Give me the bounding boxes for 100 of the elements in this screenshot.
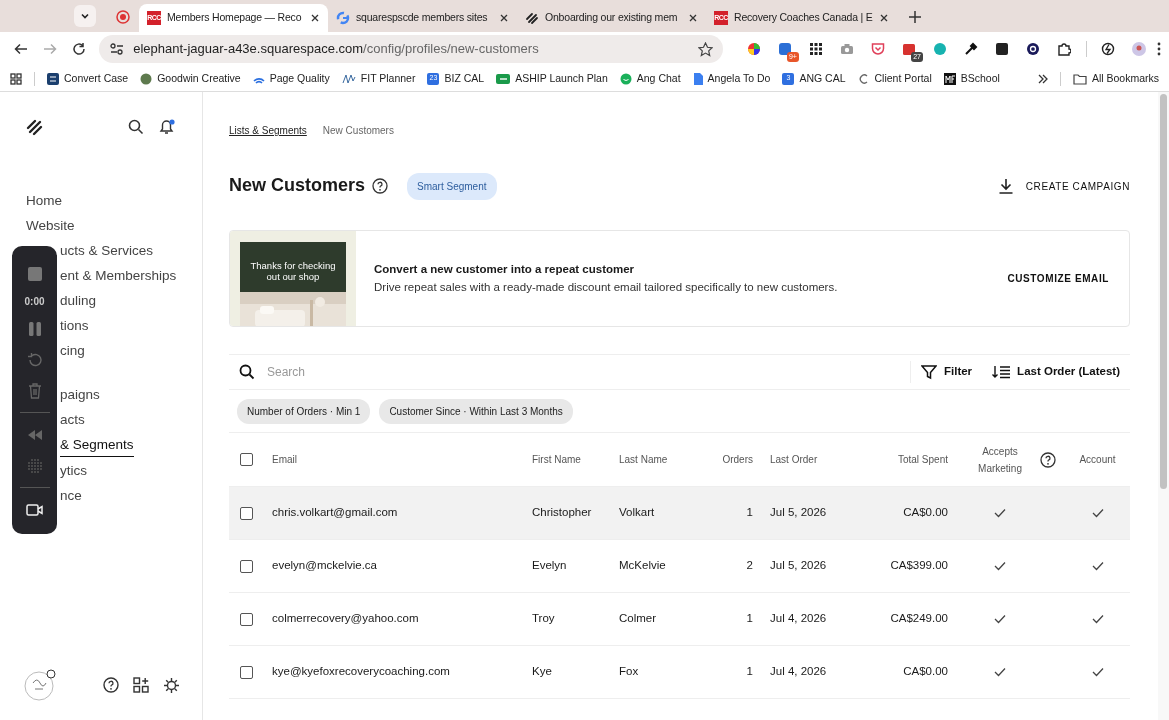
settings-icon[interactable] [163,676,180,694]
add-widget-icon[interactable] [133,677,149,693]
column-header: Account [1078,453,1117,467]
select-all-checkbox[interactable] [240,453,253,466]
pause-icon[interactable] [26,320,43,337]
nav-link[interactable]: acts [60,409,85,431]
back-icon [13,42,28,56]
search-icon [239,364,255,380]
row-checkbox[interactable] [240,506,253,520]
camera-icon[interactable] [840,42,855,56]
breadcrumb-link[interactable]: Lists & Segments [229,123,307,138]
search-icon[interactable] [128,119,144,135]
column-header: First Name [532,453,582,467]
filter-chip[interactable]: Customer Since · Within Last 3 Months [379,398,573,424]
more-bookmarks-icon[interactable] [1037,73,1048,84]
row-checkbox[interactable] [240,559,253,573]
folder-tab-icon [496,72,511,85]
nav-link[interactable]: tions [60,315,89,337]
nav-link[interactable]: ytics [60,460,87,482]
tab-title: Recovery Coaches Canada | E [734,10,873,26]
filter-button[interactable]: Filter [910,361,983,383]
record-icon[interactable] [116,10,130,24]
sort-button[interactable]: Last Order (Latest) [982,361,1130,383]
row-checkbox[interactable] [240,665,253,679]
site-logo-icon[interactable] [24,669,56,701]
search-field[interactable]: Search [265,362,910,382]
filter-chip[interactable]: Number of Orders · Min 1 [237,398,371,424]
customize-email-button[interactable]: CUSTOMIZE EMAIL [1001,270,1115,287]
bookmark[interactable]: ASHIP Launch Plan [496,70,608,87]
download-icon [997,178,1014,194]
bookmark[interactable]: Ang Chat [619,70,681,87]
restart-icon[interactable] [26,351,43,368]
nav-link[interactable]: Home [26,190,62,212]
puzzle-icon[interactable] [1057,42,1072,56]
table-cell-text: 2 [745,558,754,574]
create-campaign-button[interactable]: CREATE CAMPAIGN [997,178,1130,194]
nav-link[interactable]: ucts & Services [60,240,154,262]
row-checkbox[interactable] [240,612,253,626]
close-icon[interactable] [688,13,698,23]
close-icon[interactable] [310,13,320,23]
bolt-circle-icon[interactable] [1101,42,1116,56]
column-header: Last Name [619,453,669,467]
bookmark[interactable]: Client Portal [857,70,932,87]
apps-icon[interactable] [10,72,22,85]
close-icon[interactable] [878,13,889,23]
bookmark[interactable]: Convert Case [47,70,129,87]
star-icon[interactable] [698,41,714,57]
column-header: Accepts Marketing [977,444,1023,476]
tab-search-button[interactable] [74,5,96,27]
trash-icon[interactable] [26,382,43,399]
help-icon[interactable] [1039,451,1056,468]
segment-badge: Smart Segment [407,172,497,200]
grid-icon[interactable] [809,42,824,56]
nav-link[interactable]: ent & Memberships [60,265,177,287]
menu-icon[interactable] [1157,42,1161,56]
help-icon[interactable] [372,178,389,194]
table-cell-text: Jul 4, 2026 [770,611,828,627]
site-settings-icon [109,42,126,56]
nav-link[interactable]: Website [26,215,75,237]
bookmark[interactable]: BSchool [943,70,1000,87]
tab-title: squarespscde members sites [356,10,489,26]
address-bar[interactable]: elephant-jaguar-a43e.squarespace.com/config/profiles/new-customers [99,35,724,63]
nav-link[interactable]: duling [60,290,97,312]
dot-grid-icon[interactable] [26,457,43,474]
bookmark[interactable]: Goodwin Creative [140,70,241,87]
stop-icon[interactable] [26,265,43,282]
color-wheel-icon[interactable] [747,42,762,56]
new-tab-icon[interactable] [908,11,921,23]
bookmark[interactable]: FIT Planner [341,70,416,87]
all-bookmarks-button[interactable]: All Bookmarks [1072,70,1159,87]
nav-link[interactable]: paigns [60,384,100,406]
table-cell-text: Troy [532,611,556,627]
table-cell-text: Colmer [619,611,658,627]
browser-tab[interactable]: squarespscde members sites [328,4,517,32]
close-icon[interactable] [499,13,509,23]
nav-link[interactable]: & Segments [60,434,134,457]
notification-bell-icon[interactable] [158,118,176,136]
scrollbar-thumb[interactable] [1160,94,1167,489]
eyedropper-icon[interactable] [964,42,979,56]
browser-tab[interactable]: Onboarding our existing mem [517,4,706,32]
tile-icon [47,72,59,85]
table-cell-text: Jul 5, 2026 [770,505,828,521]
circle-icon[interactable] [933,42,948,56]
pocket-icon[interactable] [871,42,886,56]
chevron-icon [80,11,90,21]
help-icon[interactable] [103,677,119,693]
square-icon[interactable] [995,42,1010,56]
squarespace-logo-icon[interactable] [25,117,45,137]
avatar-icon[interactable] [1132,42,1147,56]
app-icon[interactable] [778,42,793,56]
dark-circle-icon[interactable] [1026,42,1041,56]
nav-link[interactable]: cing [60,340,85,362]
bookmark[interactable]: Angela To Do [692,70,771,87]
nav-link[interactable]: nce [60,485,82,507]
folder-icon [1072,72,1087,85]
table-cell-text: 1 [745,664,754,680]
bookmark[interactable]: Page Quality [252,70,330,87]
calendar-icon[interactable] [902,42,917,56]
video-camera-icon[interactable] [26,501,43,518]
forward-icon [42,42,57,56]
